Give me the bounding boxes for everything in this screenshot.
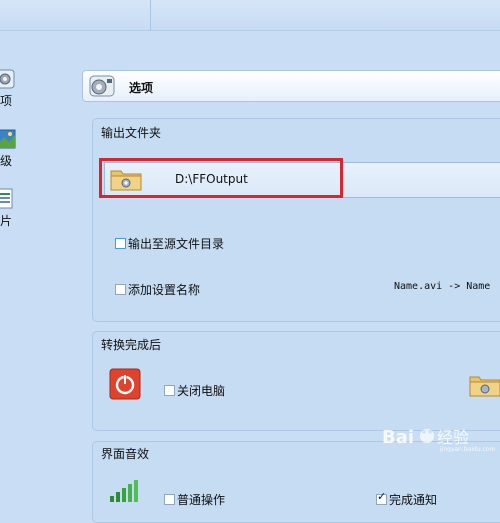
svg-text:jingyan.baidu.com: jingyan.baidu.com: [439, 446, 496, 452]
picture-icon: [0, 188, 13, 209]
ui-sound-section: 界面音效: [92, 441, 500, 523]
nav-item-options[interactable]: 项: [0, 68, 20, 112]
output-to-source-label: 输出至源文件目录: [128, 237, 225, 251]
baidu-watermark: Bai 经验 jingyan.baidu.com: [382, 424, 500, 453]
annotation-highlight-box: [99, 158, 343, 198]
title-bar: [0, 0, 500, 31]
svg-text:经验: 经验: [437, 428, 469, 447]
name-example-text: Name.avi -> Name: [394, 281, 491, 292]
checkmark-icon: ✓: [377, 490, 387, 503]
nav-item-label: 片: [0, 214, 13, 228]
panel-title: 选项: [129, 81, 154, 95]
nav-item-advanced[interactable]: 级: [0, 128, 20, 172]
shutdown-checkbox[interactable]: [164, 385, 175, 396]
advanced-icon: [0, 129, 16, 149]
baidu-logo: Bai 经验 jingyan.baidu.com: [382, 427, 496, 453]
nav-item-label: 级: [0, 154, 13, 168]
shutdown-icon: [109, 368, 141, 400]
options-icon: [0, 69, 15, 89]
section-title: 转换完成后: [101, 338, 162, 352]
output-to-source-checkbox[interactable]: [115, 238, 126, 249]
section-title: 输出文件夹: [101, 126, 162, 140]
svg-text:Bai: Bai: [382, 427, 414, 448]
nav-item-label: 项: [0, 94, 13, 108]
shutdown-label: 关闭电脑: [177, 384, 226, 398]
panel-header: 选项: [82, 70, 500, 102]
add-setting-name-label: 添加设置名称: [128, 283, 201, 297]
folder-icon[interactable]: [468, 374, 500, 398]
add-setting-name-checkbox[interactable]: [115, 284, 126, 295]
title-bar-divider: [150, 0, 151, 30]
after-conversion-section: 转换完成后: [92, 331, 500, 431]
options-icon: [89, 75, 115, 97]
section-title: 界面音效: [101, 447, 150, 461]
nav-item-picture[interactable]: 片: [0, 188, 20, 232]
volume-bars-icon: [110, 480, 138, 502]
